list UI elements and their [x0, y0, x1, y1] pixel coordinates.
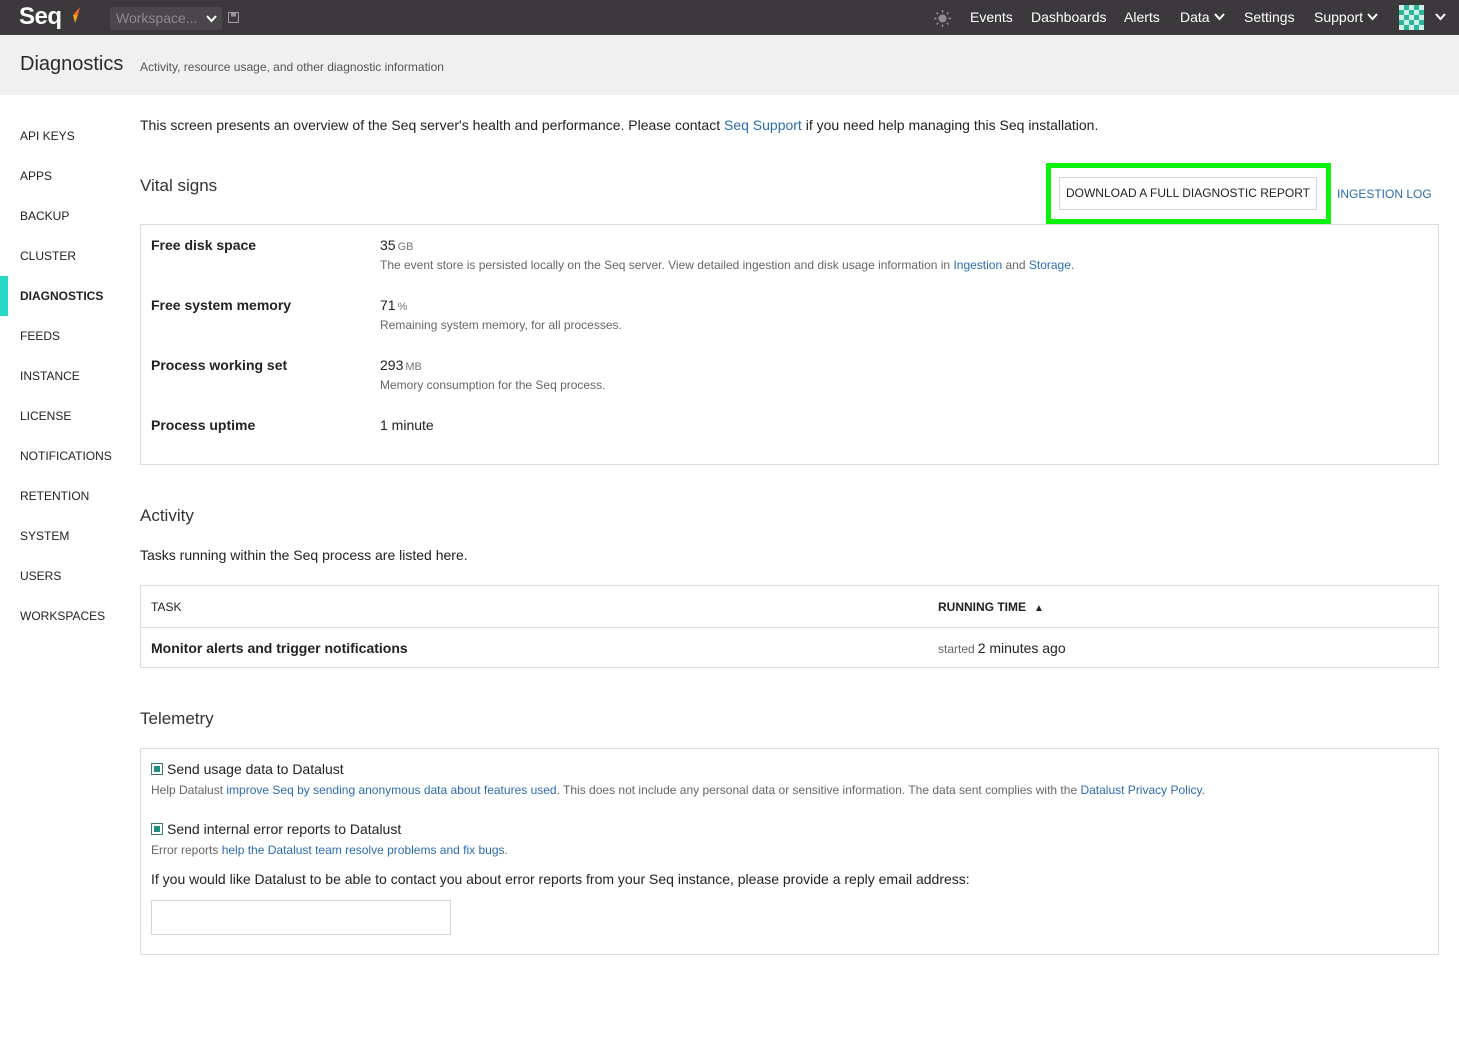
- active-item-indicator: [0, 276, 8, 316]
- column-header-running-time[interactable]: Running time ▲: [938, 600, 1044, 614]
- usage-desc-mid: . This does not include any personal dat…: [556, 783, 1081, 797]
- nav-settings[interactable]: Settings: [1244, 9, 1295, 25]
- table-divider: [141, 627, 1438, 628]
- error-desc-before: Error reports: [151, 843, 222, 857]
- workspace-select[interactable]: Workspace...: [110, 7, 222, 30]
- sidebar-item-feeds[interactable]: Feeds: [20, 329, 60, 343]
- ingestion-log-link[interactable]: Ingestion log: [1337, 187, 1432, 201]
- error-desc-after: .: [504, 843, 508, 857]
- task-started-prefix: started: [938, 642, 975, 656]
- top-navigation-bar: Seq Workspace... Events Dashboards Alert…: [0, 0, 1459, 35]
- sort-ascending-icon: ▲: [1034, 603, 1044, 614]
- chevron-down-icon: [206, 15, 217, 23]
- sidebar-item-users[interactable]: Users: [20, 569, 61, 583]
- disk-desc-after: .: [1070, 258, 1075, 272]
- resolve-problems-link[interactable]: help the Datalust team resolve problems …: [222, 843, 505, 857]
- process-uptime-label: Process uptime: [151, 417, 256, 433]
- task-running-time: started 2 minutes ago: [938, 640, 1066, 656]
- free-system-memory-number: 71: [380, 297, 396, 313]
- workspace-select-label: Workspace...: [116, 10, 198, 26]
- nav-alerts[interactable]: Alerts: [1124, 9, 1160, 25]
- free-system-memory-unit: %: [397, 301, 408, 313]
- activity-intro: Tasks running within the Seq process are…: [140, 547, 468, 563]
- process-working-set-label: Process working set: [151, 357, 288, 373]
- page-subtitle: Activity, resource usage, and other diag…: [140, 60, 444, 74]
- sidebar-item-notifications[interactable]: Notifications: [20, 449, 112, 463]
- intro-text-after: if you need help managing this Seq insta…: [801, 117, 1099, 133]
- seq-logo-mark-icon: [73, 7, 80, 23]
- download-diagnostic-report-button[interactable]: Download a full diagnostic report: [1059, 177, 1317, 210]
- free-system-memory-description: Remaining system memory, for all process…: [380, 318, 622, 332]
- sidebar-item-workspaces[interactable]: Workspaces: [20, 609, 105, 623]
- usage-data-label[interactable]: Send usage data to Datalust: [167, 761, 344, 777]
- page-header: Diagnostics Activity, resource usage, an…: [0, 35, 1459, 95]
- free-disk-space-label: Free disk space: [151, 237, 257, 253]
- free-system-memory-value: 71%: [380, 297, 407, 313]
- process-working-set-value: 293 MB: [380, 357, 422, 373]
- free-disk-space-unit: GB: [397, 241, 414, 253]
- seq-logo[interactable]: Seq: [19, 3, 62, 31]
- user-menu-chevron-icon[interactable]: [1435, 13, 1446, 21]
- ingestion-link[interactable]: Ingestion: [953, 258, 1002, 272]
- error-reports-description: Error reports help the Datalust team res…: [151, 843, 508, 857]
- sidebar-item-system[interactable]: System: [20, 529, 69, 543]
- sidebar-item-apps[interactable]: Apps: [20, 169, 52, 183]
- sidebar-item-instance[interactable]: Instance: [20, 369, 80, 383]
- column-header-task: Task: [151, 600, 182, 614]
- running-time-header-label: Running time: [938, 600, 1026, 614]
- usage-desc-before: Help Datalust: [151, 783, 227, 797]
- task-running-time-value: 2 minutes ago: [977, 640, 1066, 656]
- error-reports-checkbox[interactable]: [151, 823, 163, 835]
- disk-desc-mid: and: [1002, 258, 1029, 272]
- free-disk-space-value: 35 GB: [380, 237, 413, 253]
- sidebar-item-cluster[interactable]: Cluster: [20, 249, 76, 263]
- free-disk-space-description: The event store is persisted locally on …: [380, 258, 1074, 272]
- avatar-pattern-icon: [1399, 5, 1424, 30]
- chevron-down-icon: [1367, 13, 1378, 21]
- process-uptime-value: 1 minute: [380, 417, 434, 433]
- email-prompt: If you would like Datalust to be able to…: [151, 871, 970, 887]
- sidebar-item-license[interactable]: License: [20, 409, 71, 423]
- sidebar-item-diagnostics[interactable]: Diagnostics: [20, 289, 103, 303]
- usage-desc-after: .: [1201, 783, 1205, 797]
- sidebar-item-retention[interactable]: Retention: [20, 489, 89, 503]
- sidebar-item-backup[interactable]: Backup: [20, 209, 69, 223]
- sidebar-item-api-keys[interactable]: API Keys: [20, 129, 75, 143]
- page-title: Diagnostics: [20, 53, 124, 75]
- error-reports-label[interactable]: Send internal error reports to Datalust: [167, 821, 401, 837]
- activity-title: Activity: [140, 506, 194, 525]
- telemetry-title: Telemetry: [140, 709, 214, 728]
- reply-email-input[interactable]: [151, 900, 451, 935]
- nav-dashboards[interactable]: Dashboards: [1031, 9, 1107, 25]
- activity-table: Task Running time ▲ Monitor alerts and tr…: [140, 585, 1439, 668]
- free-disk-space-number: 35: [380, 237, 396, 253]
- process-working-set-number: 293: [380, 357, 404, 373]
- seq-support-link[interactable]: Seq Support: [724, 117, 802, 133]
- telemetry-panel: Send usage data to Datalust Help Datalus…: [140, 748, 1439, 955]
- nav-data-label: Data: [1180, 9, 1210, 25]
- vital-signs-panel: Free disk space 35 GB The event store is …: [140, 224, 1439, 465]
- nav-support-label: Support: [1314, 9, 1364, 25]
- disk-desc-before: The event store is persisted locally on …: [380, 258, 954, 272]
- save-workspace-icon[interactable]: [228, 12, 239, 23]
- usage-data-checkbox[interactable]: [151, 763, 163, 775]
- usage-data-description: Help Datalust improve Seq by sending ano…: [151, 783, 1205, 797]
- chevron-down-icon: [1213, 13, 1225, 21]
- intro-text: This screen presents an overview of the …: [140, 117, 1098, 133]
- nav-events[interactable]: Events: [970, 9, 1013, 25]
- process-working-set-description: Memory consumption for the Seq process.: [380, 378, 606, 392]
- process-working-set-unit: MB: [405, 361, 422, 373]
- intro-text-before: This screen presents an overview of the …: [140, 117, 724, 133]
- vital-signs-title: Vital signs: [140, 176, 218, 195]
- free-system-memory-label: Free system memory: [151, 297, 292, 313]
- user-avatar[interactable]: [1399, 5, 1424, 30]
- theme-toggle-icon[interactable]: [934, 10, 951, 27]
- nav-data[interactable]: Data: [1180, 9, 1225, 25]
- nav-support[interactable]: Support: [1314, 9, 1378, 25]
- storage-link[interactable]: Storage: [1029, 258, 1071, 272]
- task-name: Monitor alerts and trigger notifications: [151, 640, 408, 656]
- privacy-policy-link[interactable]: Datalust Privacy Policy: [1080, 783, 1201, 797]
- improve-seq-link[interactable]: improve Seq by sending anonymous data ab…: [226, 783, 556, 797]
